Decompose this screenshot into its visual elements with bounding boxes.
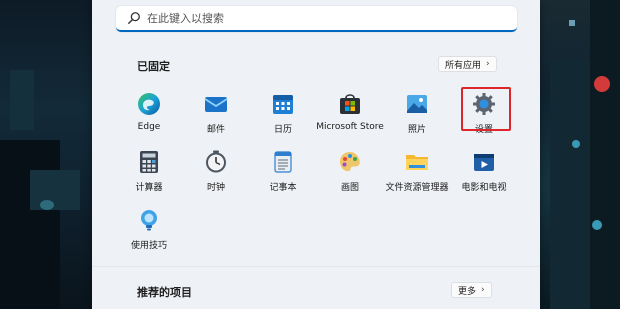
app-label: 画图 xyxy=(340,183,359,193)
pinned-app-tips[interactable]: 使用技巧 xyxy=(110,204,188,260)
chevron-right-icon: › xyxy=(486,59,490,69)
all-apps-label: 所有应用 xyxy=(445,60,482,71)
app-label: 邮件 xyxy=(206,125,225,135)
app-label: 计算器 xyxy=(135,183,163,193)
app-label: 日历 xyxy=(273,125,292,135)
search-icon xyxy=(128,12,140,24)
movies-icon xyxy=(474,154,494,171)
settings-highlight-box xyxy=(461,87,511,131)
section-divider xyxy=(92,266,540,267)
chevron-right-icon: › xyxy=(481,285,485,295)
pinned-title: 已固定 xyxy=(137,60,170,73)
more-label: 更多 xyxy=(458,286,477,297)
notepad-icon xyxy=(274,151,292,173)
app-label: Edge xyxy=(137,122,161,132)
mail-icon xyxy=(204,97,228,112)
app-label: 电影和电视 xyxy=(461,183,507,193)
app-label: 时钟 xyxy=(206,183,225,193)
clock-icon xyxy=(206,150,226,173)
folder-icon xyxy=(406,155,428,170)
all-apps-button[interactable]: 所有应用 › xyxy=(438,56,497,72)
wallpaper-left xyxy=(0,0,92,309)
app-label: 记事本 xyxy=(269,183,297,193)
store-icon xyxy=(340,94,360,114)
app-label: Microsoft Store xyxy=(316,122,384,132)
search-placeholder: 在此键入以搜索 xyxy=(147,12,224,25)
calendar-icon xyxy=(273,95,293,114)
calculator-icon xyxy=(140,151,158,173)
app-label: 文件资源管理器 xyxy=(385,183,449,193)
wallpaper-right xyxy=(540,0,620,309)
edge-icon xyxy=(138,93,160,115)
app-label: 使用技巧 xyxy=(130,241,167,251)
more-button[interactable]: 更多 › xyxy=(451,282,492,298)
pinned-app-movies-tv[interactable]: 电影和电视 xyxy=(445,146,523,202)
recommended-title: 推荐的项目 xyxy=(137,286,192,299)
paint-icon xyxy=(340,152,360,172)
tips-icon xyxy=(141,210,157,231)
start-menu: 在此键入以搜索 已固定 所有应用 › Edge 邮件 日历 Microsoft … xyxy=(92,0,540,309)
search-box[interactable]: 在此键入以搜索 xyxy=(116,6,517,32)
photos-icon xyxy=(407,95,427,113)
app-label: 照片 xyxy=(407,125,426,135)
